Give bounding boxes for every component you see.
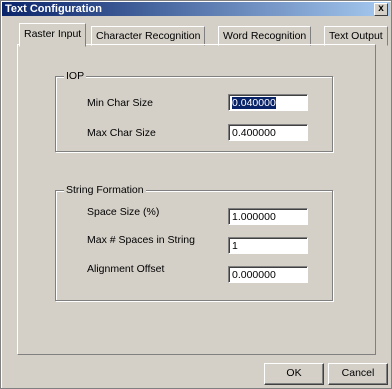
space-size-field[interactable]: 1.000000 <box>228 208 308 225</box>
iop-legend: IOP <box>64 70 87 83</box>
max-char-size-value: 0.400000 <box>232 127 276 139</box>
tab-label: Text Output <box>329 30 383 42</box>
string-formation-legend: String Formation <box>64 184 146 197</box>
window-title: Text Configuration <box>5 3 102 15</box>
max-char-size-label: Max Char Size <box>87 127 156 139</box>
min-char-size-label: Min Char Size <box>87 97 153 109</box>
alignment-offset-label: Alignment Offset <box>87 263 165 275</box>
close-button[interactable]: x <box>374 3 388 16</box>
title-bar[interactable]: Text Configuration x <box>2 2 390 16</box>
max-char-size-field[interactable]: 0.400000 <box>228 124 308 141</box>
tab-text-output[interactable]: Text Output <box>324 26 388 46</box>
space-size-value: 1.000000 <box>232 211 276 223</box>
min-char-size-value: 0.040000 <box>232 97 276 109</box>
tab-label: Word Recognition <box>223 30 307 42</box>
alignment-offset-field[interactable]: 0.000000 <box>228 266 308 283</box>
cancel-button[interactable]: Cancel <box>328 363 388 385</box>
max-spaces-field[interactable]: 1 <box>228 237 308 254</box>
tab-label: Character Recognition <box>96 30 201 42</box>
tab-raster-input[interactable]: Raster Input <box>19 23 87 47</box>
min-char-size-field[interactable]: 0.040000 <box>228 94 308 111</box>
tab-character-recognition[interactable]: Character Recognition <box>91 26 206 46</box>
space-size-label: Space Size (%) <box>87 206 160 218</box>
max-spaces-label: Max # Spaces in String <box>87 234 195 246</box>
max-spaces-value: 1 <box>232 240 238 252</box>
text-configuration-dialog: Text Configuration x Raster Input Charac… <box>0 0 392 389</box>
raster-input-panel: IOP Min Char Size 0.040000 Max Char Size… <box>17 44 376 355</box>
ok-button[interactable]: OK <box>264 363 324 385</box>
tab-label: Raster Input <box>24 28 82 40</box>
alignment-offset-value: 0.000000 <box>232 269 276 281</box>
string-formation-group: String Formation Space Size (%) 1.000000… <box>55 184 333 301</box>
iop-group: IOP Min Char Size 0.040000 Max Char Size… <box>55 70 333 152</box>
tab-word-recognition[interactable]: Word Recognition <box>218 26 312 46</box>
